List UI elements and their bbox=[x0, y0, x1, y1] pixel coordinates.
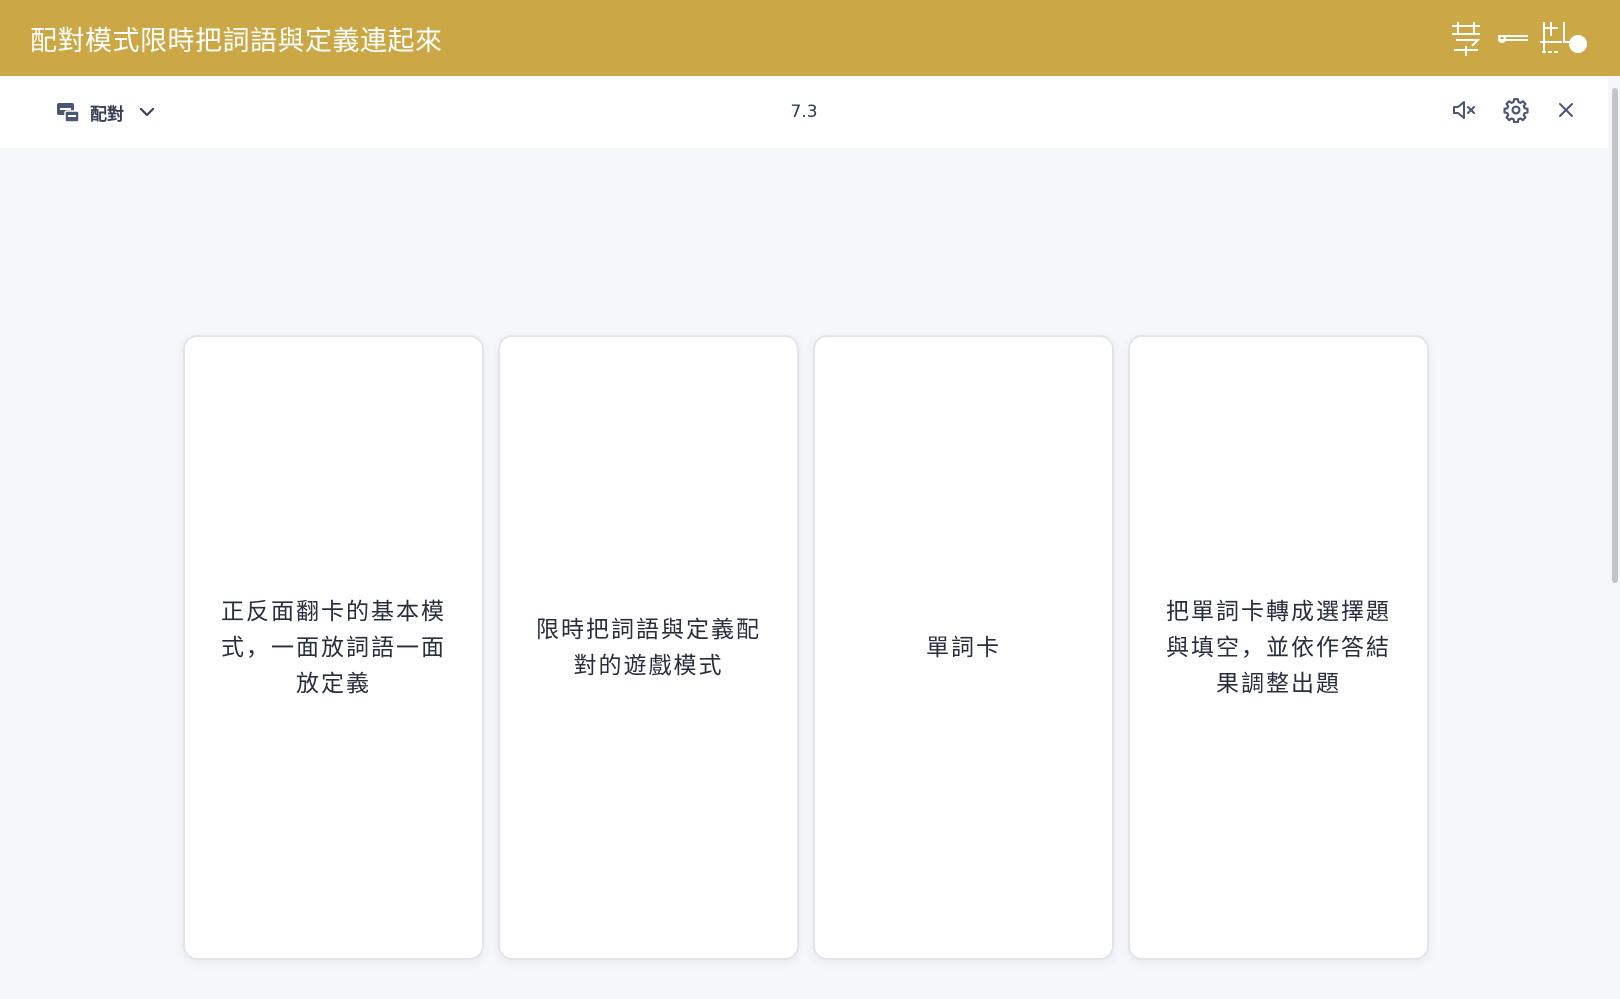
gear-icon bbox=[1503, 97, 1529, 127]
match-card[interactable]: 限時把詞語與定義配對的遊戲模式 bbox=[498, 335, 799, 960]
match-card-grid: 正反面翻卡的基本模式，一面放詞語一面放定義 限時把詞語與定義配對的遊戲模式 單詞… bbox=[183, 335, 1429, 960]
scrollbar-thumb[interactable] bbox=[1612, 88, 1618, 583]
close-icon bbox=[1556, 100, 1576, 124]
mute-icon bbox=[1451, 97, 1477, 127]
settings-button[interactable] bbox=[1502, 98, 1530, 126]
brand-logo bbox=[1448, 18, 1590, 58]
match-card[interactable]: 把單詞卡轉成選擇題與填空，並依作答結果調整出題 bbox=[1128, 335, 1429, 960]
card-text: 把單詞卡轉成選擇題與填空，並依作答結果調整出題 bbox=[1166, 598, 1391, 697]
header-banner: 配對模式限時把詞語與定義連起來 bbox=[0, 0, 1620, 76]
mute-button[interactable] bbox=[1450, 98, 1478, 126]
banner-title: 配對模式限時把詞語與定義連起來 bbox=[30, 26, 443, 57]
card-text: 正反面翻卡的基本模式，一面放詞語一面放定義 bbox=[221, 598, 446, 697]
card-text: 限時把詞語與定義配對的遊戲模式 bbox=[536, 616, 761, 679]
study-toolbar: 配對 7.3 bbox=[0, 76, 1608, 148]
progress-counter: 7.3 bbox=[790, 102, 818, 122]
match-card[interactable]: 正反面翻卡的基本模式，一面放詞語一面放定義 bbox=[183, 335, 484, 960]
card-text: 單詞卡 bbox=[926, 634, 1001, 661]
close-button[interactable] bbox=[1552, 98, 1580, 126]
match-card[interactable]: 單詞卡 bbox=[813, 335, 1114, 960]
